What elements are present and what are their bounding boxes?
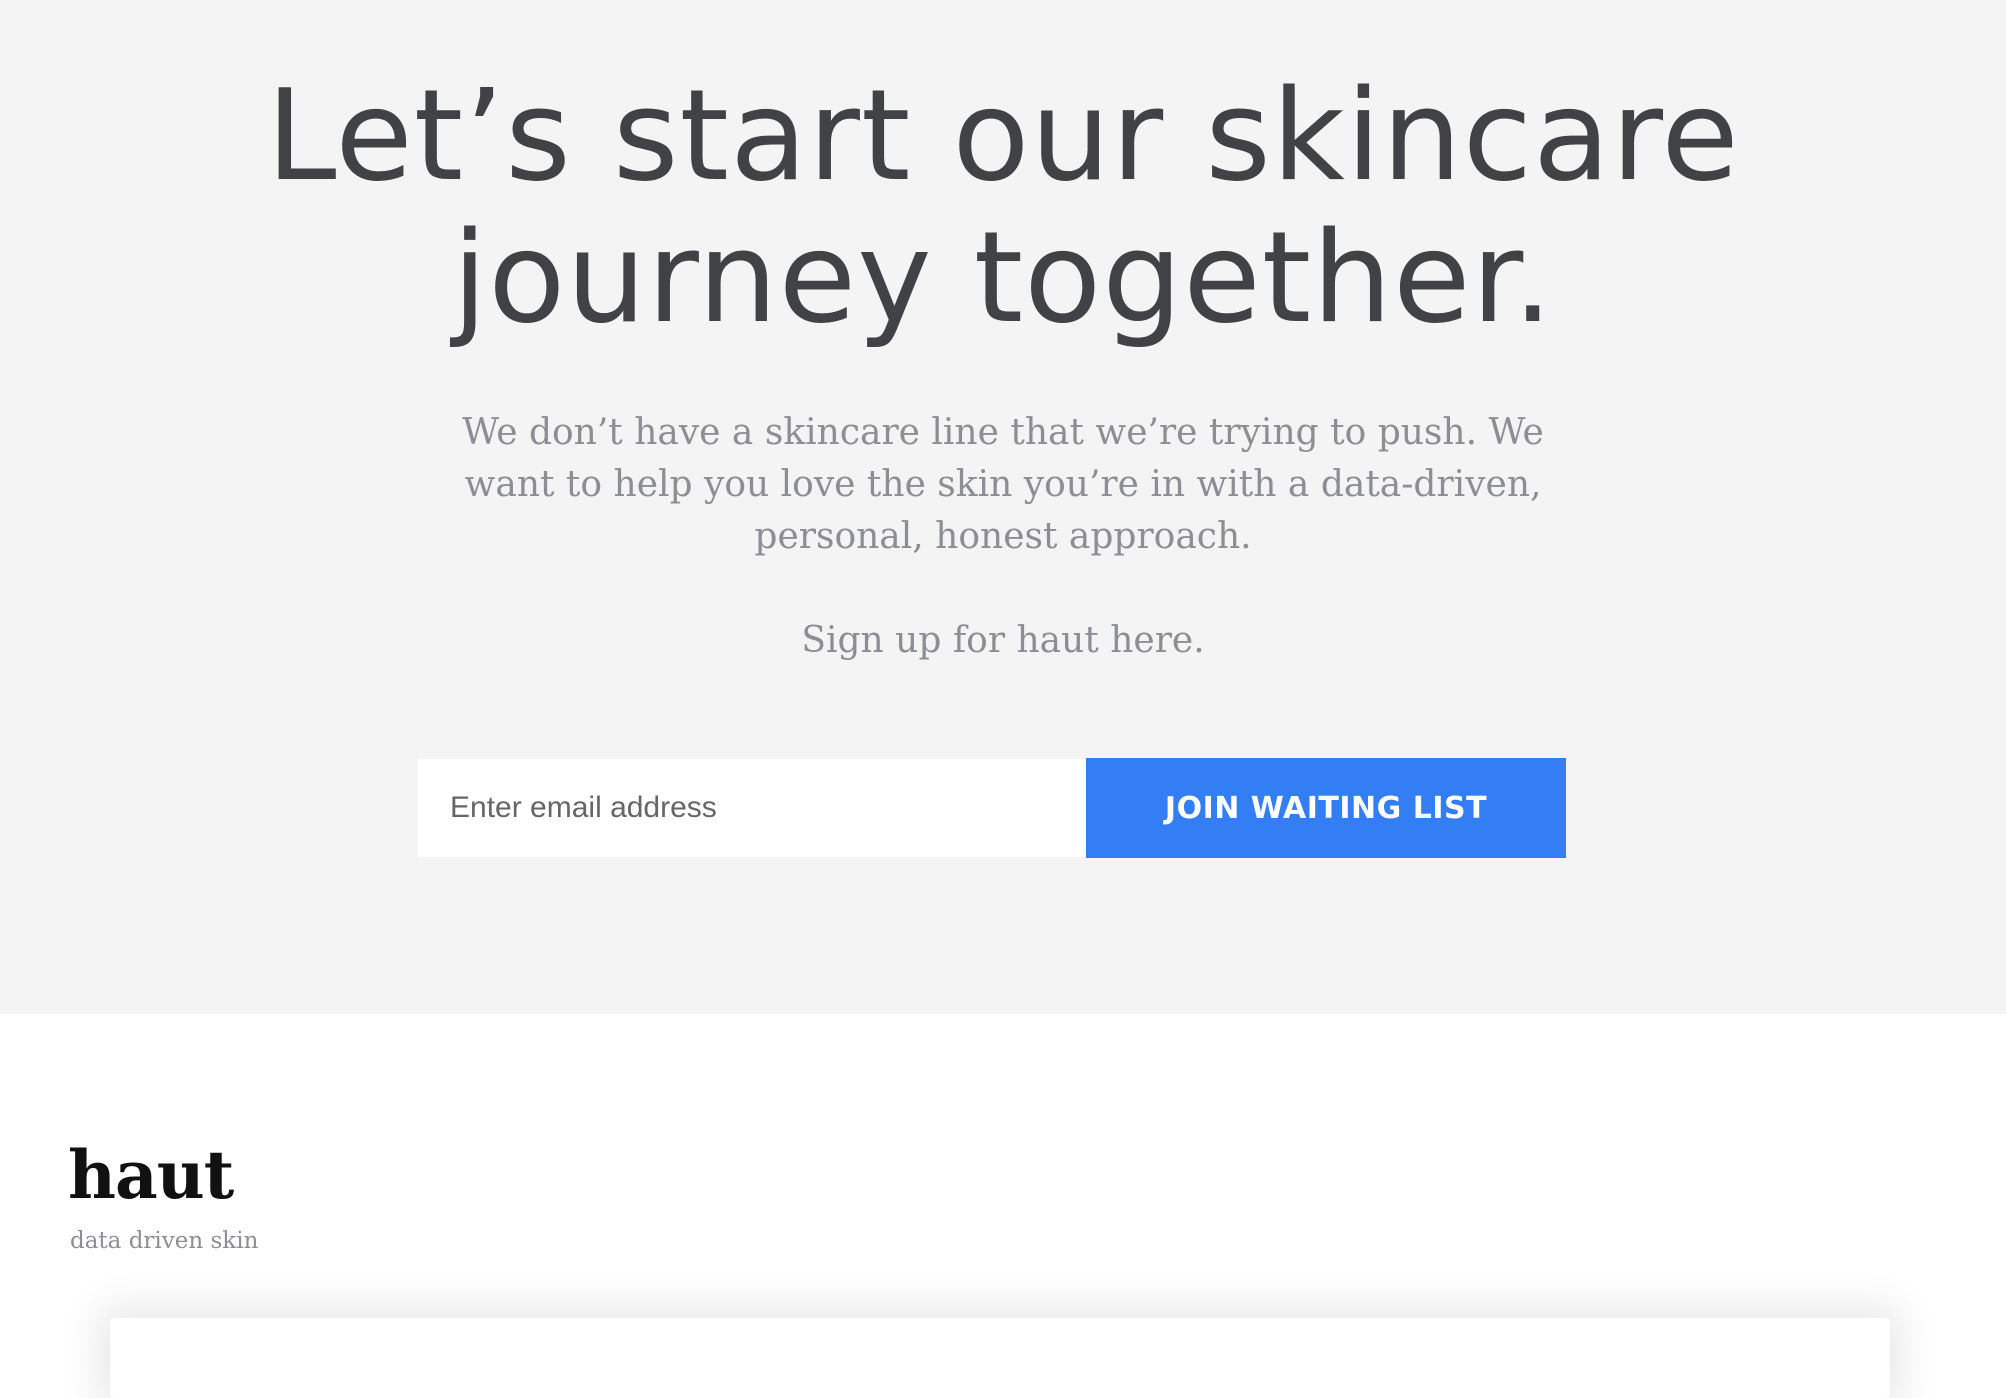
waiting-list-form: JOIN WAITING LIST [418,758,1566,858]
bottom-card [110,1318,1890,1398]
brand-logo: haut [68,1136,234,1214]
hero-title: Let’s start our skincare journey togethe… [0,65,2006,349]
hero-section: Let’s start our skincare journey togethe… [0,0,2006,1014]
brand-tagline: data driven skin [70,1228,259,1254]
hero-description: We don’t have a skincare line that we’re… [462,412,1544,557]
hero-title-line-1: Let’s start our skincare [266,62,1740,209]
hero-title-line-2: journey together. [452,204,1554,351]
email-input[interactable] [418,759,1086,857]
join-waiting-list-button[interactable]: JOIN WAITING LIST [1086,758,1566,858]
signup-prompt: Sign up for haut here. [801,620,1205,661]
